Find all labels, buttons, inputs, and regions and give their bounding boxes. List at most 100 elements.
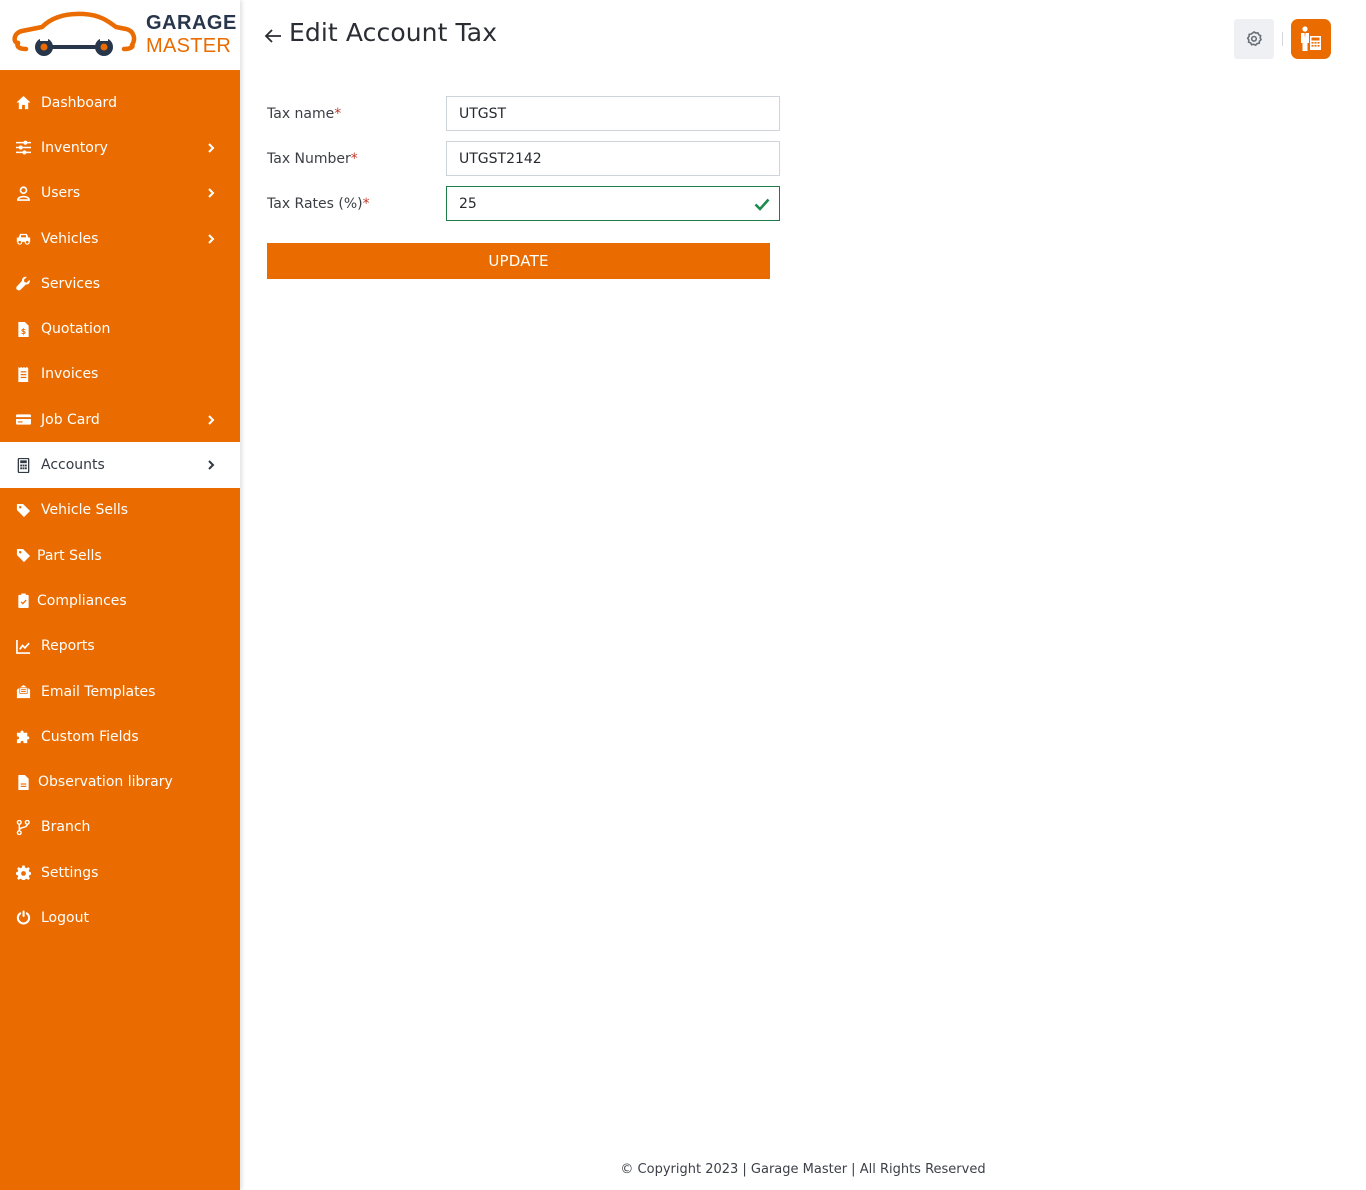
file-invoice-dollar-icon: $: [14, 320, 32, 338]
required-mark: *: [334, 105, 342, 122]
tax-rate-label: Tax Rates (%)*: [267, 196, 446, 212]
chevron-right-icon: [206, 143, 216, 153]
user-icon: [14, 184, 32, 202]
sidebar-item-label: Vehicle Sells: [41, 502, 129, 519]
arrow-left-icon[interactable]: [262, 25, 284, 47]
sidebar-item-logout[interactable]: Logout: [0, 895, 240, 940]
tax-rate-input[interactable]: [459, 195, 767, 212]
sidebar-item-label: Inventory: [41, 139, 108, 156]
sidebar-item-reports[interactable]: Reports: [0, 624, 240, 669]
tax-name-field-wrap: [446, 96, 780, 131]
sidebar-item-label: Quotation: [41, 321, 111, 338]
sidebar-item-job-card[interactable]: Job Card: [0, 397, 240, 442]
sidebar-item-label: Vehicles: [41, 230, 99, 247]
sidebar-item-label: Reports: [41, 638, 95, 655]
tax-rate-label-text: Tax Rates (%): [267, 195, 363, 212]
wrench-icon: [14, 275, 32, 293]
chevron-right-icon: [206, 233, 216, 244]
user-accountant-icon: [1301, 26, 1321, 51]
sidebar-item-inventory[interactable]: Inventory: [0, 125, 240, 170]
sidebar-item-part-sells[interactable]: Part Sells: [0, 533, 240, 578]
required-mark: *: [350, 150, 358, 167]
puzzle-icon: [14, 728, 32, 746]
tax-number-label-text: Tax Number: [267, 150, 351, 167]
credit-card-icon: [14, 411, 32, 429]
svg-text:$: $: [20, 327, 25, 336]
sidebar-item-label: Observation library: [38, 774, 173, 791]
page-title: Edit Account Tax: [289, 18, 498, 47]
tax-number-row: Tax Number*: [267, 141, 787, 176]
sidebar-item-users[interactable]: Users: [0, 171, 240, 216]
clipboard-check-icon: [14, 592, 32, 610]
tax-number-label: Tax Number*: [267, 151, 446, 167]
sidebar-item-label: Services: [41, 275, 101, 292]
gear-icon: [14, 864, 32, 882]
sidebar-item-quotation[interactable]: $ Quotation: [0, 306, 240, 351]
sidebar-item-accounts[interactable]: Accounts: [0, 442, 240, 488]
sidebar-item-custom-fields[interactable]: Custom Fields: [0, 714, 240, 759]
sidebar-item-label: Part Sells: [37, 547, 102, 564]
tax-number-input[interactable]: [459, 150, 767, 167]
sidebar-nav: Dashboard Inventory Users Vehicles Servi…: [0, 70, 240, 941]
tax-name-row: Tax name*: [267, 96, 787, 131]
calculator-icon: [14, 456, 32, 474]
page-header: Edit Account Tax: [262, 18, 497, 47]
envelope-open-icon: [14, 683, 32, 701]
code-branch-icon: [14, 818, 32, 836]
edit-tax-form: Tax name* Tax Number* Tax Rates (%)* UPD…: [267, 96, 787, 279]
tag-icon: [14, 501, 32, 519]
tax-name-input[interactable]: [459, 105, 767, 122]
chevron-right-icon: [206, 460, 216, 470]
brand-line1: GARAGE: [146, 12, 237, 34]
chart-line-icon: [14, 637, 32, 655]
sidebar-item-label: Settings: [41, 864, 99, 881]
sidebar-item-vehicles[interactable]: Vehicles: [0, 216, 240, 261]
sidebar-item-settings[interactable]: Settings: [0, 850, 240, 895]
top-actions: [1234, 19, 1331, 59]
footer-copyright: © Copyright 2023 | Garage Master | All R…: [620, 1162, 986, 1177]
update-button[interactable]: UPDATE: [267, 243, 770, 279]
car-wrench-logo-icon: [12, 11, 137, 56]
tax-rate-row: Tax Rates (%)*: [267, 186, 787, 221]
receipt-icon: [14, 365, 32, 383]
sidebar-item-label: Users: [41, 185, 81, 202]
tax-name-label-text: Tax name: [267, 105, 335, 122]
chevron-right-icon: [206, 188, 216, 198]
profile-button[interactable]: [1291, 19, 1331, 59]
power-icon: [14, 909, 32, 927]
tag-icon: [14, 547, 32, 565]
sidebar-item-branch[interactable]: Branch: [0, 805, 240, 850]
home-icon: [14, 94, 32, 112]
sliders-icon: [14, 139, 32, 157]
sidebar-item-observation-library[interactable]: Observation library: [0, 759, 240, 804]
sidebar-item-label: Dashboard: [41, 94, 117, 111]
car-icon: [14, 230, 32, 248]
tax-name-label: Tax name*: [267, 106, 446, 122]
sidebar-item-label: Accounts: [41, 457, 105, 474]
sidebar-item-services[interactable]: Services: [0, 261, 240, 306]
check-icon: [754, 198, 770, 211]
sidebar-item-vehicle-sells[interactable]: Vehicle Sells: [0, 488, 240, 533]
gear-icon: [1246, 31, 1262, 47]
sidebar-item-email-templates[interactable]: Email Templates: [0, 669, 240, 714]
sidebar-item-label: Branch: [41, 819, 91, 836]
sidebar-item-label: Custom Fields: [41, 728, 139, 745]
tax-rate-field-wrap: [446, 186, 780, 221]
chevron-right-icon: [206, 415, 216, 425]
sidebar-item-invoices[interactable]: Invoices: [0, 352, 240, 397]
sidebar: GARAGE MASTER Dashboard Inventory Users …: [0, 0, 240, 1190]
sidebar-item-label: Compliances: [37, 592, 127, 609]
brand-logo[interactable]: GARAGE MASTER: [0, 0, 240, 70]
sidebar-item-label: Logout: [41, 909, 89, 926]
required-mark: *: [362, 195, 370, 212]
header-divider: [1282, 32, 1283, 46]
file-lines-icon: [14, 773, 32, 791]
settings-button[interactable]: [1234, 19, 1274, 59]
tax-number-field-wrap: [446, 141, 780, 176]
brand-line2: MASTER: [146, 35, 232, 57]
sidebar-item-dashboard[interactable]: Dashboard: [0, 80, 240, 125]
sidebar-item-label: Email Templates: [41, 683, 156, 700]
sidebar-item-compliances[interactable]: Compliances: [0, 578, 240, 623]
sidebar-item-label: Job Card: [41, 411, 100, 428]
sidebar-item-label: Invoices: [41, 366, 99, 383]
